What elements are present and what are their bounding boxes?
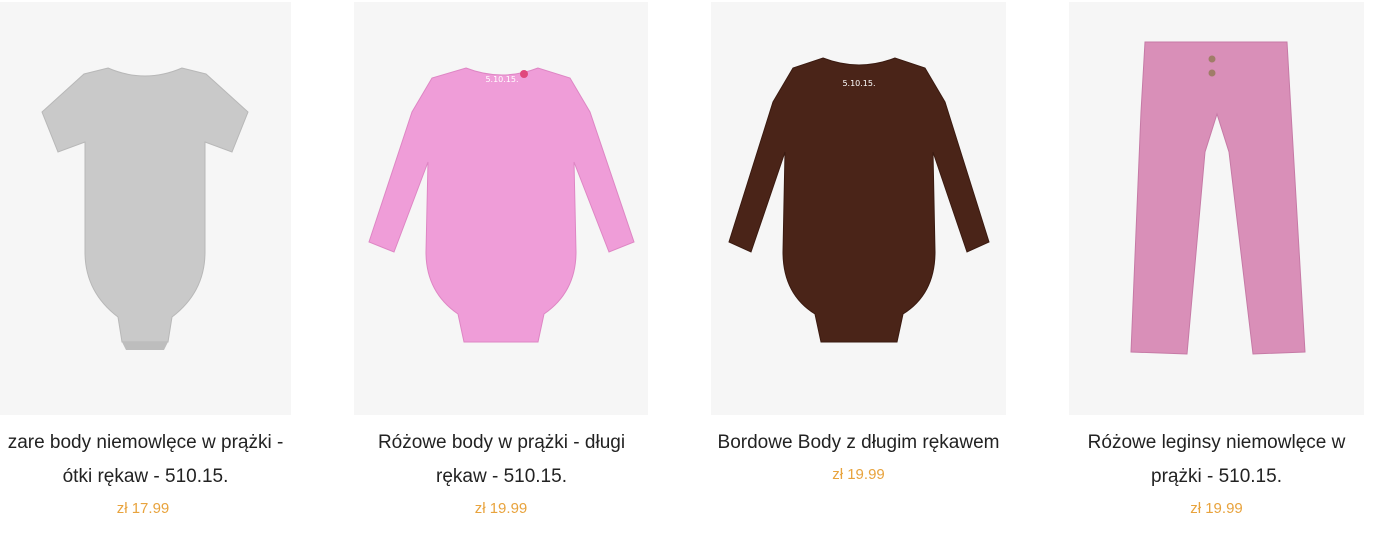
product-title-3-line-1: Bordowe Body z długim rękawem [717, 432, 1000, 453]
pink-bodysuit-icon: 5.10.15. [368, 67, 635, 343]
product-price-2: zł 19.99 [474, 500, 528, 517]
product-image-1[interactable] [0, 2, 291, 415]
product-title-4-line-1: Różowe leginsy niemowlęce w [1087, 432, 1346, 453]
product-price-3: zł 19.99 [832, 466, 885, 483]
product-title-2[interactable]: Różowe body w prążki - długi rękaw - 510… [313, 426, 690, 494]
product-title-2-line-1: Różowe body w prążki - długi [377, 432, 626, 453]
product-title-1-line-2: ótki rękaw - 510.15. [62, 466, 229, 487]
product-price-4: zł 19.99 [1190, 500, 1243, 517]
product-image-2[interactable]: 5.10.15. [354, 2, 648, 415]
product-image-4[interactable] [1069, 2, 1364, 415]
product-title-4[interactable]: Różowe leginsy niemowlęce w prążki - 510… [1069, 426, 1364, 494]
product-title-2-line-2: rękaw - 510.15. [436, 466, 567, 487]
product-title-3[interactable]: Bordowe Body z długim rękawem [684, 426, 1033, 460]
product-title-1[interactable]: zare body niemowlęce w prążki - ótki ręk… [0, 426, 321, 494]
product-price-1: zł 17.99 [116, 500, 170, 517]
svg-text:5.10.15.: 5.10.15. [485, 75, 518, 84]
svg-text:5.10.15.: 5.10.15. [842, 79, 875, 88]
product-title-4-line-2: prążki - 510.15. [1151, 466, 1282, 487]
brown-bodysuit-icon: 5.10.15. [728, 57, 990, 343]
pink-leggings-icon [1130, 41, 1306, 355]
grey-bodysuit-icon [41, 67, 249, 350]
product-title-1-line-1: zare body niemowlęce w prążki - [7, 432, 284, 453]
product-image-3[interactable]: 5.10.15. [711, 2, 1006, 415]
